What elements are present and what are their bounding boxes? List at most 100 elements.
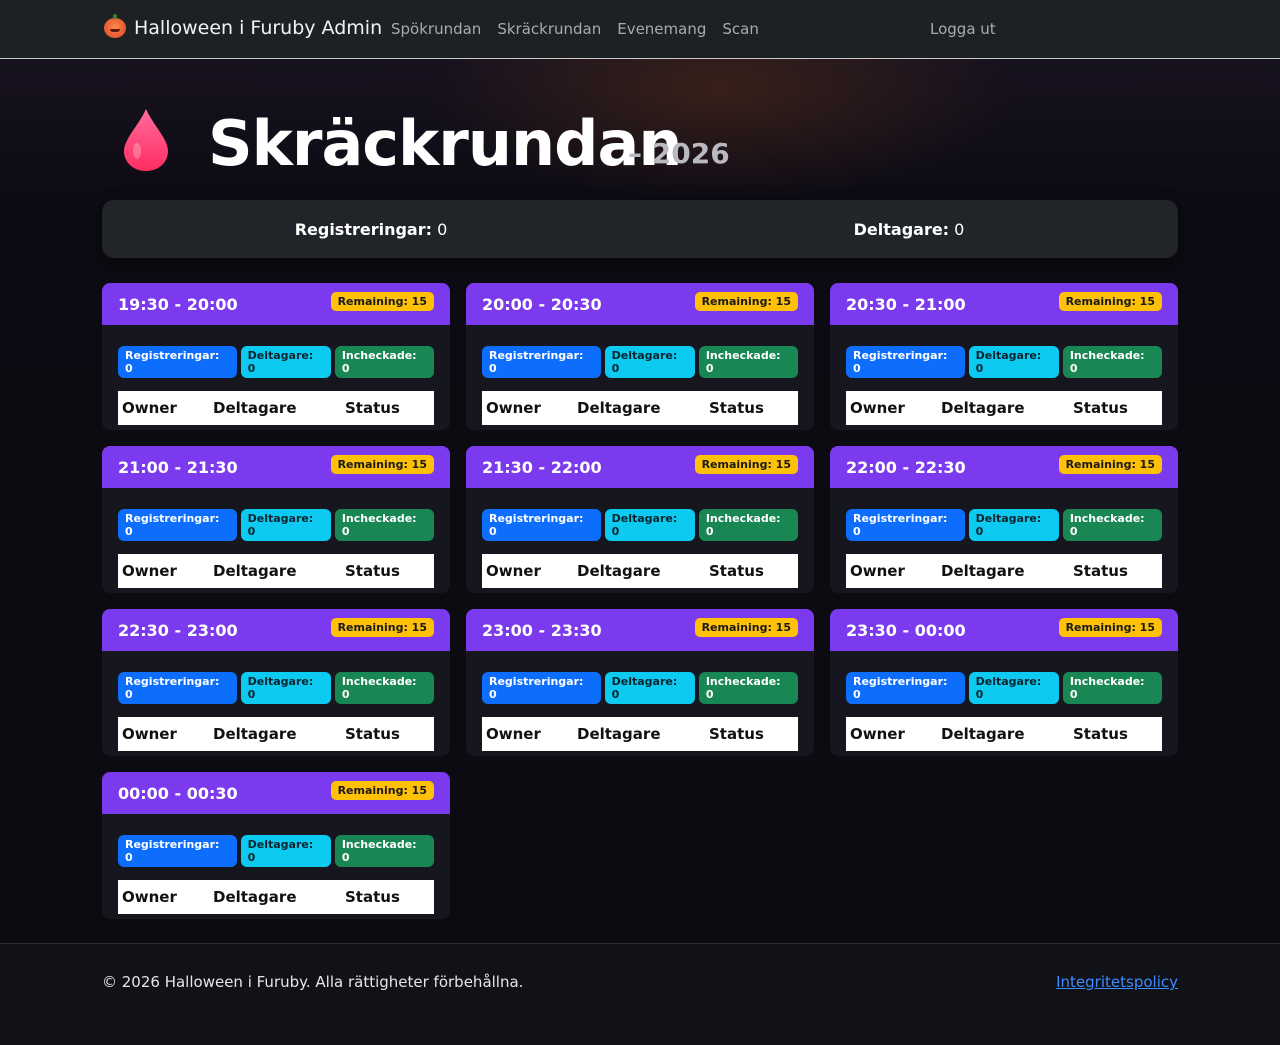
slot-badges: Registreringar: 0 Deltagare: 0 Incheckad…: [830, 325, 1178, 378]
slot-table-header: Owner Deltagare Status: [482, 554, 798, 588]
col-owner: Owner: [850, 725, 905, 743]
checked-in-badge: Incheckade: 0: [698, 346, 799, 378]
col-owner: Owner: [122, 888, 177, 906]
col-owner: Owner: [850, 562, 905, 580]
top-navbar: Halloween i Furuby Admin Spökrundan Skrä…: [0, 0, 1280, 59]
registrations-badge: Registreringar: 0: [482, 346, 601, 378]
slot-badges: Registreringar: 0 Deltagare: 0 Incheckad…: [466, 325, 814, 378]
col-deltagare: Deltagare: [213, 562, 297, 580]
timeslot-card: 21:30 - 22:00 Remaining: 15 Registrering…: [466, 446, 814, 593]
brand-link[interactable]: Halloween i Furuby Admin: [104, 14, 383, 39]
slot-time: 21:30 - 22:00: [482, 457, 602, 477]
col-deltagare: Deltagare: [577, 399, 661, 417]
remaining-badge: Remaining: 15: [330, 455, 434, 474]
participants-badge: Deltagare: 0: [968, 509, 1059, 541]
remaining-badge: Remaining: 15: [330, 292, 434, 311]
nav-link-skrackrundan[interactable]: Skräckrundan: [497, 20, 601, 38]
col-owner: Owner: [486, 562, 541, 580]
registrations-badge: Registreringar: 0: [118, 835, 237, 867]
participants-badge: Deltagare: 0: [240, 672, 331, 704]
col-status: Status: [709, 562, 764, 580]
summary-participants: Deltagare: 0: [853, 219, 965, 239]
registrations-badge: Registreringar: 0: [846, 346, 965, 378]
timeslot-card: 20:00 - 20:30 Remaining: 15 Registrering…: [466, 283, 814, 430]
page-header: Skräckrundan – 2026: [0, 59, 1280, 199]
slot-table-header: Owner Deltagare Status: [846, 554, 1162, 588]
col-status: Status: [709, 399, 764, 417]
nav-links: Spökrundan Skräckrundan Evenemang Scan: [391, 20, 759, 38]
card-header: 22:30 - 23:00 Remaining: 15: [102, 609, 450, 651]
remaining-badge: Remaining: 15: [330, 618, 434, 637]
card-header: 21:30 - 22:00 Remaining: 15: [466, 446, 814, 488]
nav-link-scan[interactable]: Scan: [722, 20, 758, 38]
slot-time: 22:30 - 23:00: [118, 620, 238, 640]
timeslot-card: 23:00 - 23:30 Remaining: 15 Registrering…: [466, 609, 814, 756]
remaining-badge: Remaining: 15: [694, 618, 798, 637]
slot-time: 22:00 - 22:30: [846, 457, 966, 477]
slot-time: 23:00 - 23:30: [482, 620, 602, 640]
col-status: Status: [1073, 399, 1128, 417]
timeslot-grid: 19:30 - 20:00 Remaining: 15 Registrering…: [102, 283, 1178, 919]
slot-table-header: Owner Deltagare Status: [482, 717, 798, 751]
remaining-badge: Remaining: 15: [1058, 292, 1162, 311]
col-owner: Owner: [122, 725, 177, 743]
nav-link-spokrundan[interactable]: Spökrundan: [391, 20, 481, 38]
participants-badge: Deltagare: 0: [604, 672, 695, 704]
col-deltagare: Deltagare: [577, 562, 661, 580]
checked-in-badge: Incheckade: 0: [1062, 672, 1163, 704]
col-deltagare: Deltagare: [941, 562, 1025, 580]
page-title: Skräckrundan: [208, 107, 682, 180]
slot-time: 00:00 - 00:30: [118, 783, 238, 803]
timeslot-card: 23:30 - 00:00 Remaining: 15 Registrering…: [830, 609, 1178, 756]
timeslot-card: 00:00 - 00:30 Remaining: 15 Registrering…: [102, 772, 450, 919]
slot-table-header: Owner Deltagare Status: [118, 391, 434, 425]
participants-badge: Deltagare: 0: [240, 346, 331, 378]
col-owner: Owner: [122, 399, 177, 417]
slot-time: 20:00 - 20:30: [482, 294, 602, 314]
slot-badges: Registreringar: 0 Deltagare: 0 Incheckad…: [102, 325, 450, 378]
col-deltagare: Deltagare: [941, 399, 1025, 417]
pumpkin-icon: [104, 14, 126, 38]
slot-badges: Registreringar: 0 Deltagare: 0 Incheckad…: [102, 488, 450, 541]
remaining-badge: Remaining: 15: [330, 781, 434, 800]
remaining-badge: Remaining: 15: [1058, 618, 1162, 637]
card-header: 22:00 - 22:30 Remaining: 15: [830, 446, 1178, 488]
slot-badges: Registreringar: 0 Deltagare: 0 Incheckad…: [466, 651, 814, 704]
remaining-badge: Remaining: 15: [1058, 455, 1162, 474]
slot-table-header: Owner Deltagare Status: [846, 717, 1162, 751]
brand-label: Halloween i Furuby Admin: [134, 17, 383, 39]
checked-in-badge: Incheckade: 0: [698, 672, 799, 704]
summary-bar: Registreringar: 0 Deltagare: 0: [102, 200, 1178, 258]
registrations-badge: Registreringar: 0: [846, 509, 965, 541]
copyright-text: © 2026 Halloween i Furuby. Alla rättighe…: [102, 973, 524, 991]
checked-in-badge: Incheckade: 0: [1062, 346, 1163, 378]
participants-badge: Deltagare: 0: [240, 509, 331, 541]
registrations-badge: Registreringar: 0: [846, 672, 965, 704]
nav-link-evenemang[interactable]: Evenemang: [617, 20, 706, 38]
registrations-badge: Registreringar: 0: [118, 509, 237, 541]
card-header: 21:00 - 21:30 Remaining: 15: [102, 446, 450, 488]
slot-time: 21:00 - 21:30: [118, 457, 238, 477]
blood-drop-icon: [124, 109, 168, 171]
card-header: 00:00 - 00:30 Remaining: 15: [102, 772, 450, 814]
remaining-badge: Remaining: 15: [694, 292, 798, 311]
participants-badge: Deltagare: 0: [240, 835, 331, 867]
registrations-badge: Registreringar: 0: [118, 346, 237, 378]
col-status: Status: [345, 562, 400, 580]
participants-badge: Deltagare: 0: [968, 672, 1059, 704]
timeslot-card: 21:00 - 21:30 Remaining: 15 Registrering…: [102, 446, 450, 593]
slot-table-header: Owner Deltagare Status: [118, 717, 434, 751]
logout-link[interactable]: Logga ut: [930, 20, 996, 38]
main-content: Skräckrundan – 2026 Registreringar: 0 De…: [0, 59, 1280, 944]
col-status: Status: [709, 725, 764, 743]
col-deltagare: Deltagare: [577, 725, 661, 743]
col-owner: Owner: [486, 399, 541, 417]
privacy-link[interactable]: Integritetspolicy: [1056, 973, 1178, 991]
col-deltagare: Deltagare: [213, 399, 297, 417]
col-status: Status: [345, 888, 400, 906]
col-deltagare: Deltagare: [941, 725, 1025, 743]
page-footer: © 2026 Halloween i Furuby. Alla rättighe…: [0, 943, 1280, 1045]
slot-time: 23:30 - 00:00: [846, 620, 966, 640]
slot-badges: Registreringar: 0 Deltagare: 0 Incheckad…: [830, 488, 1178, 541]
checked-in-badge: Incheckade: 0: [334, 835, 435, 867]
